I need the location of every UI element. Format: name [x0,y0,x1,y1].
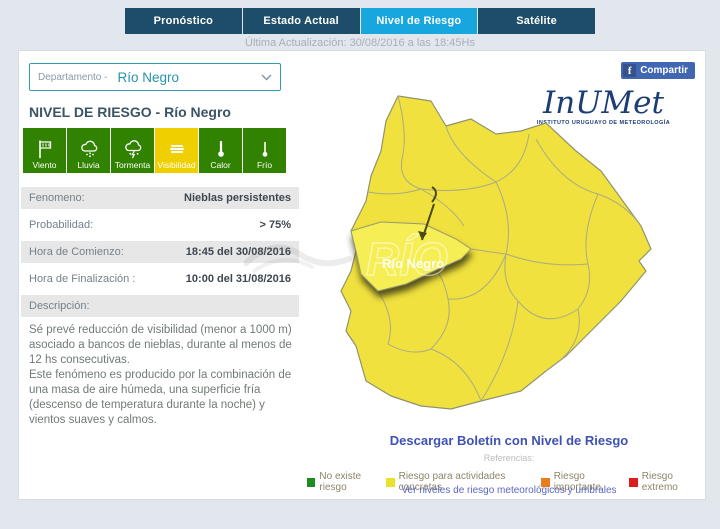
uruguay-risk-map[interactable]: Río Negro [336,94,711,429]
department-dropdown-value: Río Negro [117,70,261,85]
risk-type-label: Lluvia [77,161,99,170]
risk-thresholds-link[interactable]: Ver niveles de riesgo meteorológicos y u… [319,485,699,496]
field-value: 10:00 del 31/08/2016 [186,273,291,285]
page-title: NIVEL DE RIESGO - Río Negro [29,104,231,120]
wind-flag-icon [34,138,56,160]
field-value: 18:45 del 30/08/2016 [186,246,291,258]
risk-type-selector: Viento Lluvia Tormenta [23,128,286,173]
field-label: Hora de Comienzo: [29,246,124,258]
risk-type-tormenta[interactable]: Tormenta [111,128,154,173]
risk-type-label: Tormenta [115,161,150,170]
risk-type-label: Frío [257,161,272,170]
facebook-icon: f [623,64,636,77]
facebook-share-button[interactable]: f Compartir [621,62,695,79]
risk-type-lluvia[interactable]: Lluvia [67,128,110,173]
department-label: Río Negro [382,256,444,271]
department-dropdown[interactable]: Departamento - Río Negro [29,63,281,91]
thermometer-hot-icon [210,138,232,160]
field-label: Probabilidad: [29,219,93,231]
risk-type-label: Visibilidad [157,161,195,170]
chevron-down-icon [261,74,272,81]
row-descripcion-header: Descripción: [21,295,299,317]
field-label: Fenomeno: [29,192,85,204]
tab-pronostico[interactable]: Pronóstico [125,8,242,34]
top-nav-tabs: Pronóstico Estado Actual Nivel de Riesgo… [125,8,595,34]
last-update-text: Última Actualización: 30/08/2016 a las 1… [0,37,720,49]
storm-cloud-icon [122,138,144,160]
risk-type-label: Viento [33,161,57,170]
main-panel: Departamento - Río Negro NIVEL DE RIESGO… [18,50,706,500]
row-hora-finalizacion: Hora de Finalización : 10:00 del 31/08/2… [21,268,299,290]
nivel-de-riesgo-page: Pronóstico Estado Actual Nivel de Riesgo… [0,0,720,529]
field-value: > 75% [260,219,292,231]
row-probabilidad: Probabilidad: > 75% [21,214,299,236]
risk-type-calor[interactable]: Calor [199,128,242,173]
risk-type-visibilidad[interactable]: Visibilidad [155,128,198,173]
row-fenomeno: Fenomeno: Nieblas persistentes [21,187,299,209]
field-label: Hora de Finalización : [29,273,135,285]
share-label: Compartir [640,65,688,76]
risk-type-label: Calor [210,161,230,170]
field-value: Nieblas persistentes [184,192,291,204]
description-text: Sé prevé reducción de visibilidad (menor… [29,323,297,428]
references-label: Referencias: [319,453,699,463]
tab-satelite[interactable]: Satélite [478,8,595,34]
risk-type-viento[interactable]: Viento [23,128,66,173]
risk-type-frio[interactable]: Frío [243,128,286,173]
tab-estado-actual[interactable]: Estado Actual [243,8,360,34]
rain-cloud-icon [78,138,100,160]
risk-info-table: Fenomeno: Nieblas persistentes Probabili… [21,187,299,322]
thermometer-cold-icon [254,138,276,160]
field-label: Descripción: [29,300,90,312]
tab-nivel-de-riesgo[interactable]: Nivel de Riesgo [361,8,478,34]
fog-icon [166,138,188,160]
row-hora-comienzo: Hora de Comienzo: 18:45 del 30/08/2016 [21,241,299,263]
legend-swatch-green [307,478,315,487]
department-dropdown-label: Departamento - [38,72,107,83]
download-bulletin-link[interactable]: Descargar Boletín con Nivel de Riesgo [319,433,699,448]
